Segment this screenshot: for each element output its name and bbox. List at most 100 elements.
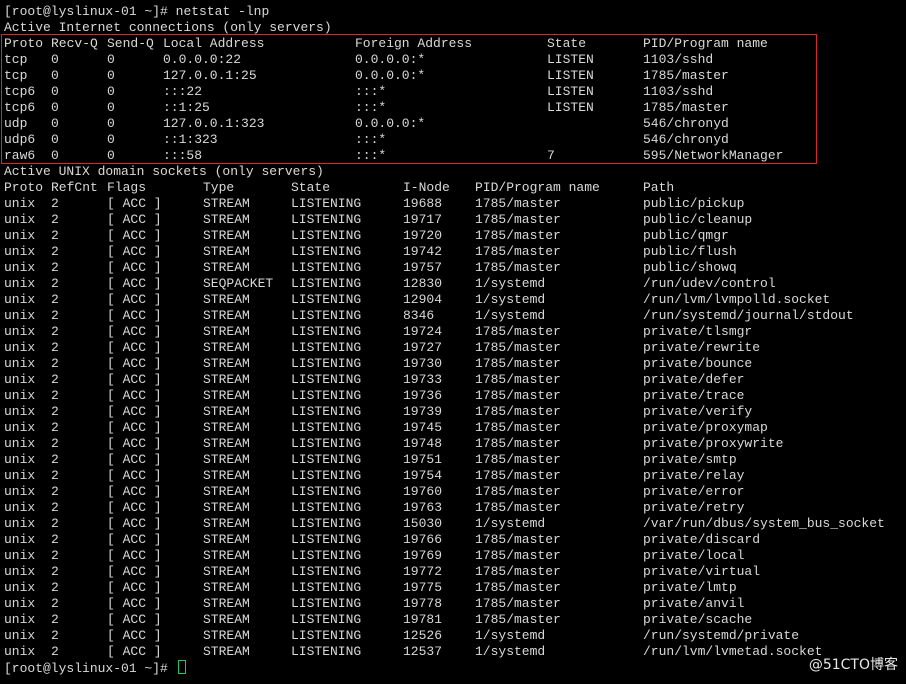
state-cell: LISTEN — [547, 100, 594, 115]
proto-cell: unix — [4, 420, 36, 435]
type-cell: STREAM — [203, 308, 250, 323]
type-cell: STREAM — [203, 548, 250, 563]
state-cell: LISTENING — [291, 564, 362, 579]
pid-program-cell: 1785/master — [475, 420, 561, 435]
state-cell: LISTENING — [291, 580, 362, 595]
state-cell: LISTENING — [291, 484, 362, 499]
proto-cell: unix — [4, 228, 36, 243]
state-cell: LISTENING — [291, 436, 362, 451]
type-cell: STREAM — [203, 580, 250, 595]
proto-cell: unix — [4, 628, 36, 643]
sendq-cell: 0 — [107, 148, 115, 163]
unix-header-state: State — [291, 180, 331, 195]
proto-cell: unix — [4, 196, 36, 211]
flags-cell: [ ACC ] — [107, 372, 162, 387]
proto-cell: unix — [4, 356, 36, 371]
unix-header-proto: Proto — [4, 180, 44, 195]
proto-cell: unix — [4, 484, 36, 499]
flags-cell: [ ACC ] — [107, 276, 162, 291]
flags-cell: [ ACC ] — [107, 500, 162, 515]
flags-cell: [ ACC ] — [107, 452, 162, 467]
refcnt-cell: 2 — [51, 260, 59, 275]
foreign-address-cell: 0.0.0.0:* — [355, 52, 426, 67]
proto-cell: unix — [4, 436, 36, 451]
path-cell: /run/lvm/lvmetad.socket — [643, 644, 823, 659]
refcnt-cell: 2 — [51, 628, 59, 643]
refcnt-cell: 2 — [51, 196, 59, 211]
proto-cell: udp — [4, 116, 28, 131]
proto-cell: unix — [4, 596, 36, 611]
unix-section-title: Active UNIX domain sockets (only servers… — [4, 164, 324, 179]
pid-program-cell: 1785/master — [475, 452, 561, 467]
inode-cell: 15030 — [403, 516, 443, 531]
state-cell: LISTENING — [291, 596, 362, 611]
pid-program-cell: 1785/master — [475, 612, 561, 627]
path-cell: private/tlsmgr — [643, 324, 753, 339]
local-address-cell: 127.0.0.1:323 — [163, 116, 265, 131]
proto-cell: unix — [4, 564, 36, 579]
inode-cell: 19724 — [403, 324, 443, 339]
state-cell: LISTENING — [291, 628, 362, 643]
type-cell: STREAM — [203, 436, 250, 451]
state-cell: LISTEN — [547, 52, 594, 67]
proto-cell: unix — [4, 212, 36, 227]
refcnt-cell: 2 — [51, 420, 59, 435]
state-cell: LISTENING — [291, 324, 362, 339]
proto-cell: unix — [4, 644, 36, 659]
local-address-cell: :::22 — [163, 84, 203, 99]
flags-cell: [ ACC ] — [107, 644, 162, 659]
pid-program-cell: 1785/master — [475, 564, 561, 579]
type-cell: STREAM — [203, 196, 250, 211]
path-cell: public/qmgr — [643, 228, 729, 243]
foreign-address-cell: 0.0.0.0:* — [355, 68, 426, 83]
type-cell: STREAM — [203, 340, 250, 355]
refcnt-cell: 2 — [51, 388, 59, 403]
refcnt-cell: 2 — [51, 468, 59, 483]
inode-cell: 19717 — [403, 212, 443, 227]
pid-program-cell: 1785/master — [475, 324, 561, 339]
inode-cell: 12904 — [403, 292, 443, 307]
flags-cell: [ ACC ] — [107, 628, 162, 643]
inode-cell: 8346 — [403, 308, 435, 323]
foreign-address-cell: :::* — [355, 100, 387, 115]
inode-cell: 19754 — [403, 468, 443, 483]
foreign-address-cell: :::* — [355, 132, 387, 147]
state-cell: LISTENING — [291, 228, 362, 243]
pid-program-cell: 1785/master — [475, 340, 561, 355]
proto-cell: unix — [4, 244, 36, 259]
refcnt-cell: 2 — [51, 292, 59, 307]
final-prompt-line[interactable]: [root@lyslinux-01 ~]# — [4, 660, 186, 676]
pid-program-cell: 1785/master — [475, 548, 561, 563]
refcnt-cell: 2 — [51, 532, 59, 547]
flags-cell: [ ACC ] — [107, 564, 162, 579]
recvq-cell: 0 — [51, 84, 59, 99]
terminal-window[interactable]: [root@lyslinux-01 ~]# netstat -lnp Activ… — [0, 0, 906, 684]
sendq-cell: 0 — [107, 100, 115, 115]
refcnt-cell: 2 — [51, 404, 59, 419]
path-cell: private/smtp — [643, 452, 737, 467]
inode-cell: 12537 — [403, 644, 443, 659]
foreign-address-cell: 0.0.0.0:* — [355, 116, 426, 131]
recvq-cell: 0 — [51, 148, 59, 163]
path-cell: /run/lvm/lvmpolld.socket — [643, 292, 831, 307]
state-cell: LISTENING — [291, 548, 362, 563]
path-cell: private/trace — [643, 388, 745, 403]
type-cell: STREAM — [203, 404, 250, 419]
foreign-address-cell: :::* — [355, 148, 387, 163]
state-cell: LISTENING — [291, 468, 362, 483]
foreign-address-cell: :::* — [355, 84, 387, 99]
pid-program-cell: 1785/master — [475, 260, 561, 275]
type-cell: STREAM — [203, 516, 250, 531]
inode-cell: 19778 — [403, 596, 443, 611]
state-cell: LISTENING — [291, 612, 362, 627]
proto-cell: unix — [4, 308, 36, 323]
state-cell: LISTENING — [291, 276, 362, 291]
refcnt-cell: 2 — [51, 548, 59, 563]
type-cell: STREAM — [203, 212, 250, 227]
type-cell: STREAM — [203, 420, 250, 435]
unix-header-path: Path — [643, 180, 675, 195]
state-cell: LISTENING — [291, 340, 362, 355]
proto-cell: tcp — [4, 52, 28, 67]
proto-cell: unix — [4, 292, 36, 307]
refcnt-cell: 2 — [51, 596, 59, 611]
